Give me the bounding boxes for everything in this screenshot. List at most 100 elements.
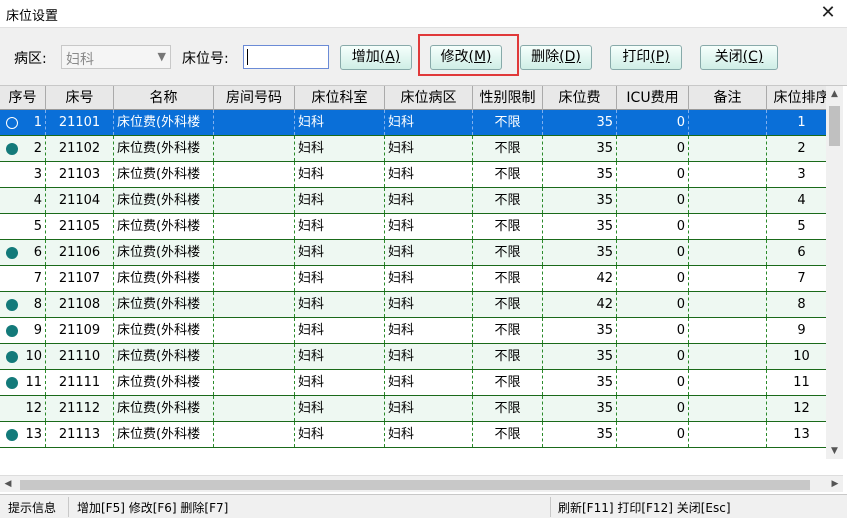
column-header-gender-limit[interactable]: 性别限制 bbox=[473, 86, 543, 110]
cell-icu-fee: 0 bbox=[617, 292, 689, 317]
cell-dept: 妇科 bbox=[295, 214, 385, 239]
window-title: 床位设置 bbox=[6, 9, 59, 24]
cell-dept: 妇科 bbox=[295, 318, 385, 343]
cell-ward: 妇科 bbox=[385, 422, 473, 447]
column-header-icu-fee[interactable]: ICU费用 bbox=[617, 86, 689, 110]
cell-seq: 10 bbox=[0, 344, 46, 369]
table-row[interactable]: 13 21113 床位费(外科楼 妇科 妇科 不限 35 0 13 bbox=[0, 422, 837, 448]
cell-name: 床位费(外科楼 bbox=[114, 318, 214, 343]
column-header-name[interactable]: 名称 bbox=[114, 86, 214, 110]
cell-dept: 妇科 bbox=[295, 240, 385, 265]
cell-room-number bbox=[214, 292, 295, 317]
cell-gender-limit: 不限 bbox=[473, 136, 543, 161]
table-row[interactable]: 7 21107 床位费(外科楼 妇科 妇科 不限 42 0 7 bbox=[0, 266, 837, 292]
cell-name: 床位费(外科楼 bbox=[114, 370, 214, 395]
cell-room-number bbox=[214, 188, 295, 213]
cell-bed-fee: 35 bbox=[543, 110, 617, 135]
table-row[interactable]: 1 21101 床位费(外科楼 妇科 妇科 不限 35 0 1 bbox=[0, 110, 837, 136]
scroll-thumb[interactable] bbox=[829, 106, 840, 146]
cell-bed-number: 21107 bbox=[46, 266, 114, 291]
cell-bed-number: 21101 bbox=[46, 110, 114, 135]
table-row[interactable]: 11 21111 床位费(外科楼 妇科 妇科 不限 35 0 11 bbox=[0, 370, 837, 396]
cell-note bbox=[689, 240, 767, 265]
cell-bed-number: 21110 bbox=[46, 344, 114, 369]
cell-name: 床位费(外科楼 bbox=[114, 188, 214, 213]
cell-ward: 妇科 bbox=[385, 292, 473, 317]
chevron-down-icon[interactable]: ▼ bbox=[158, 50, 166, 63]
cell-bed-number: 21106 bbox=[46, 240, 114, 265]
cell-bed-number: 21104 bbox=[46, 188, 114, 213]
cell-seq: 5 bbox=[0, 214, 46, 239]
cell-room-number bbox=[214, 110, 295, 135]
cell-ward: 妇科 bbox=[385, 318, 473, 343]
cell-bed-fee: 35 bbox=[543, 344, 617, 369]
table-row[interactable]: 4 21104 床位费(外科楼 妇科 妇科 不限 35 0 4 bbox=[0, 188, 837, 214]
cell-dept: 妇科 bbox=[295, 188, 385, 213]
column-header-note[interactable]: 备注 bbox=[689, 86, 767, 110]
table-row[interactable]: 10 21110 床位费(外科楼 妇科 妇科 不限 35 0 10 bbox=[0, 344, 837, 370]
column-header-dept[interactable]: 床位科室 bbox=[295, 86, 385, 110]
print-button[interactable]: 打印(P) bbox=[610, 45, 682, 70]
cell-icu-fee: 0 bbox=[617, 240, 689, 265]
bed-number-input[interactable] bbox=[243, 45, 329, 69]
status-shortcuts-right: 刷新[F11] 打印[F12] 关闭[Esc] bbox=[558, 501, 731, 515]
cell-icu-fee: 0 bbox=[617, 162, 689, 187]
bed-number-label: 床位号: bbox=[182, 51, 229, 67]
table-row[interactable]: 6 21106 床位费(外科楼 妇科 妇科 不限 35 0 6 bbox=[0, 240, 837, 266]
title-bar: 床位设置 ✕ bbox=[0, 0, 847, 28]
cell-gender-limit: 不限 bbox=[473, 396, 543, 421]
cell-note bbox=[689, 110, 767, 135]
column-header-bed-number[interactable]: 床号 bbox=[46, 86, 114, 110]
cell-icu-fee: 0 bbox=[617, 188, 689, 213]
cell-gender-limit: 不限 bbox=[473, 370, 543, 395]
column-header-room-number[interactable]: 房间号码 bbox=[214, 86, 295, 110]
status-bar: 提示信息 增加[F5] 修改[F6] 删除[F7] 刷新[F11] 打印[F12… bbox=[0, 494, 847, 518]
cell-seq: 11 bbox=[0, 370, 46, 395]
table-row[interactable]: 8 21108 床位费(外科楼 妇科 妇科 不限 42 0 8 bbox=[0, 292, 837, 318]
table-row[interactable]: 12 21112 床位费(外科楼 妇科 妇科 不限 35 0 12 bbox=[0, 396, 837, 422]
cell-bed-fee: 35 bbox=[543, 162, 617, 187]
table-row[interactable]: 5 21105 床位费(外科楼 妇科 妇科 不限 35 0 5 bbox=[0, 214, 837, 240]
scroll-right-icon[interactable]: ▶ bbox=[827, 476, 843, 493]
cell-note bbox=[689, 188, 767, 213]
status-info: 提示信息 bbox=[8, 501, 57, 515]
cell-bed-number: 21103 bbox=[46, 162, 114, 187]
cell-ward: 妇科 bbox=[385, 162, 473, 187]
cell-note bbox=[689, 318, 767, 343]
cell-icu-fee: 0 bbox=[617, 266, 689, 291]
ward-select[interactable]: 妇科 ▼ bbox=[61, 45, 171, 69]
close-icon[interactable]: ✕ bbox=[817, 2, 839, 24]
column-header-bed-fee[interactable]: 床位费 bbox=[543, 86, 617, 110]
horizontal-scroll-thumb[interactable] bbox=[20, 480, 810, 490]
delete-button[interactable]: 删除(D) bbox=[520, 45, 592, 70]
cell-dept: 妇科 bbox=[295, 422, 385, 447]
scroll-up-icon[interactable]: ▲ bbox=[826, 86, 843, 102]
cell-room-number bbox=[214, 318, 295, 343]
cell-gender-limit: 不限 bbox=[473, 110, 543, 135]
add-button[interactable]: 增加(A) bbox=[340, 45, 412, 70]
cell-name: 床位费(外科楼 bbox=[114, 240, 214, 265]
column-header-ward[interactable]: 床位病区 bbox=[385, 86, 473, 110]
column-header-seq[interactable]: 序号 bbox=[0, 86, 46, 110]
cell-gender-limit: 不限 bbox=[473, 344, 543, 369]
close-button[interactable]: 关闭(C) bbox=[700, 45, 778, 70]
cell-seq: 1 bbox=[0, 110, 46, 135]
scroll-down-icon[interactable]: ▼ bbox=[826, 443, 843, 459]
cell-gender-limit: 不限 bbox=[473, 318, 543, 343]
cell-bed-number: 21111 bbox=[46, 370, 114, 395]
scroll-left-icon[interactable]: ◀ bbox=[0, 476, 16, 493]
table-row[interactable]: 9 21109 床位费(外科楼 妇科 妇科 不限 35 0 9 bbox=[0, 318, 837, 344]
cell-name: 床位费(外科楼 bbox=[114, 292, 214, 317]
horizontal-scrollbar[interactable]: ◀ ▶ bbox=[0, 475, 843, 492]
table-header: 序号 床号 名称 房间号码 床位科室 床位病区 性别限制 床位费 ICU费用 备注 床位排序 bbox=[0, 86, 837, 110]
cell-dept: 妇科 bbox=[295, 292, 385, 317]
cell-bed-number: 21108 bbox=[46, 292, 114, 317]
cell-icu-fee: 0 bbox=[617, 110, 689, 135]
cell-room-number bbox=[214, 266, 295, 291]
table-row[interactable]: 2 21102 床位费(外科楼 妇科 妇科 不限 35 0 2 bbox=[0, 136, 837, 162]
cell-seq: 3 bbox=[0, 162, 46, 187]
cell-gender-limit: 不限 bbox=[473, 162, 543, 187]
table-row[interactable]: 3 21103 床位费(外科楼 妇科 妇科 不限 35 0 3 bbox=[0, 162, 837, 188]
cell-icu-fee: 0 bbox=[617, 422, 689, 447]
vertical-scrollbar[interactable]: ▲ ▼ bbox=[826, 86, 843, 459]
